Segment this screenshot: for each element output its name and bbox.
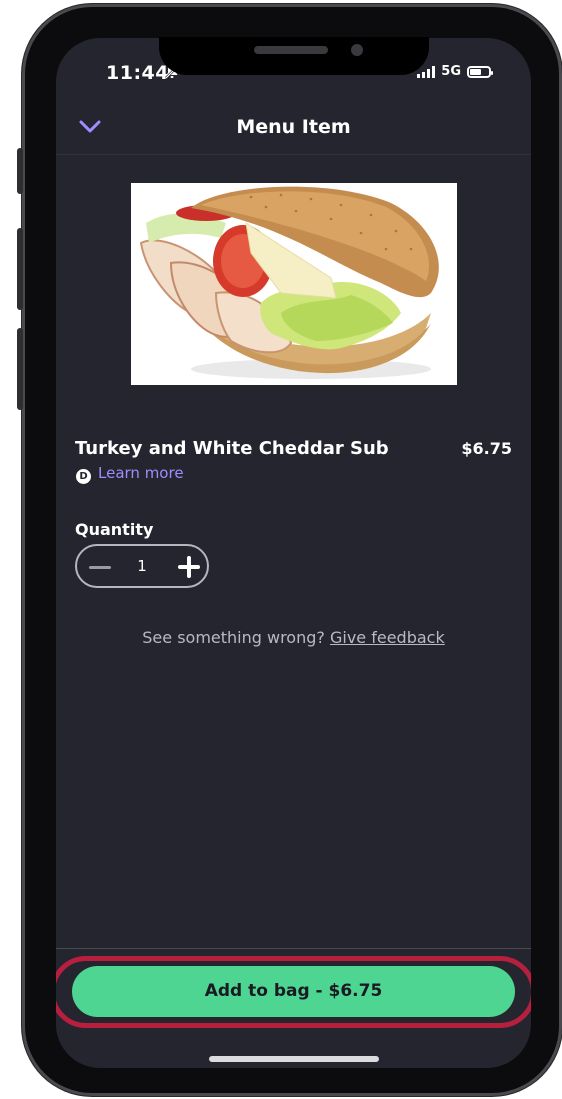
home-indicator [209,1056,379,1062]
page-title: Menu Item [236,116,351,138]
header: Menu Item [56,100,531,155]
notch [159,37,429,75]
status-icons: 5G [417,64,493,79]
feedback-row: See something wrong? Give feedback [56,628,531,647]
feedback-text: See something wrong? [142,628,325,647]
quantity-stepper: 1 [75,544,209,588]
silent-switch [17,148,23,194]
network-type: 5G [441,64,461,79]
footer-divider [56,948,531,949]
status-time: 11:44 [106,62,169,84]
item-image [131,183,457,385]
front-camera [351,44,363,56]
give-feedback-link[interactable]: Give feedback [330,628,445,647]
add-to-bag-button[interactable]: Add to bag - $6.75 [72,966,515,1017]
item-name: Turkey and White Cheddar Sub [75,438,389,459]
dietary-badge: D [76,469,91,484]
plus-icon[interactable] [178,556,200,578]
speaker-grille [254,46,328,54]
volume-down-button [17,328,23,410]
item-price: $6.75 [461,439,512,458]
learn-more-link[interactable]: Learn more [98,464,184,482]
app-screen: 11:44 5G Menu Item Turkey and White Ched… [56,38,531,1068]
battery-icon [467,65,493,78]
quantity-label: Quantity [75,520,154,539]
volume-up-button [17,228,23,310]
